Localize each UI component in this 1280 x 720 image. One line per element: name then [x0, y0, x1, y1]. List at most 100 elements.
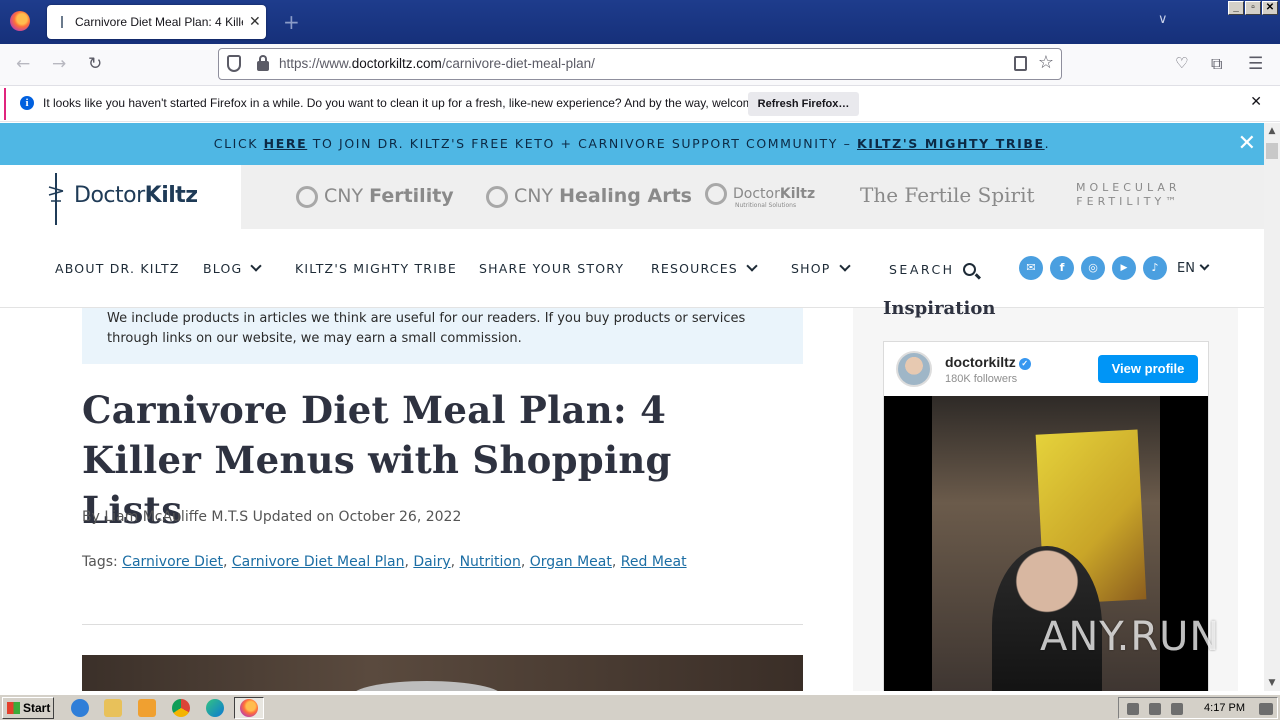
promo-close-icon[interactable]: ✕ [1238, 131, 1256, 156]
instagram-username[interactable]: doctorkiltz ✓ [945, 354, 1031, 370]
notification-close-icon[interactable]: ✕ [1250, 94, 1262, 110]
reader-view-icon[interactable] [1014, 56, 1027, 71]
instagram-followers: 180K followers [945, 373, 1018, 385]
chrome-icon[interactable] [172, 699, 190, 717]
partner-cny-healing-arts[interactable]: CNY Healing Arts [486, 185, 692, 208]
nav-blog[interactable]: BLOG [203, 260, 263, 276]
nav-share-story[interactable]: SHARE YOUR STORY [479, 261, 624, 276]
forward-arrow-icon[interactable]: → [52, 54, 66, 74]
start-button[interactable]: Start [2, 697, 54, 719]
system-tray: 4:17 PM [1118, 697, 1278, 719]
firefox-icon [240, 699, 258, 717]
article-byline: By Liam McAuliffe M.T.S Updated on Octob… [82, 509, 462, 525]
media-player-icon[interactable] [138, 699, 156, 717]
cny-circle-icon [486, 185, 508, 208]
close-window-button[interactable]: ✕ [1262, 1, 1278, 15]
tag-link[interactable]: Carnivore Diet Meal Plan [232, 554, 405, 570]
maximize-button[interactable]: ▫ [1245, 1, 1261, 15]
avatar[interactable] [896, 351, 932, 387]
browser-tab-bar: Carnivore Diet Meal Plan: 4 Killer M ✕ +… [0, 0, 1280, 44]
scroll-thumb[interactable] [1266, 143, 1278, 159]
tag-link[interactable]: Dairy [413, 554, 450, 570]
search-icon [962, 263, 976, 276]
article-hero-image [82, 655, 803, 691]
back-arrow-icon[interactable]: ← [16, 54, 30, 74]
nav-resources[interactable]: RESOURCES [651, 260, 758, 276]
tracking-shield-icon[interactable] [227, 55, 241, 72]
network-icon[interactable] [1149, 703, 1161, 715]
nav-mighty-tribe[interactable]: KILTZ'S MIGHTY TRIBE [295, 261, 457, 276]
language-selector[interactable]: EN [1177, 260, 1210, 276]
firefox-taskbar-button[interactable] [234, 697, 264, 719]
nav-search[interactable]: SEARCH [889, 261, 976, 277]
tab-favicon-icon [61, 16, 67, 28]
internet-explorer-icon[interactable] [71, 699, 89, 717]
partner-doctorkiltz-nutrition[interactable]: DoctorKiltz Nutritional Solutions [705, 183, 815, 209]
disclosure-text: We include products in articles we think… [107, 311, 746, 346]
facebook-icon[interactable]: f [1050, 256, 1074, 280]
doctorkiltz-mark-icon [48, 173, 64, 225]
web-page: CLICK HERE TO JOIN DR. KILTZ'S FREE KETO… [0, 123, 1264, 691]
new-tab-icon[interactable]: + [283, 10, 300, 34]
firefox-logo-icon[interactable] [10, 11, 30, 31]
brand-row: DoctorKiltz CNY Fertility CNY Healing Ar… [0, 165, 1264, 229]
minimize-button[interactable]: _ [1228, 1, 1244, 15]
extensions-icon[interactable]: ⧉ [1211, 54, 1222, 74]
show-desktop-icon[interactable] [1259, 703, 1273, 715]
refresh-firefox-button[interactable]: Refresh Firefox… [748, 92, 859, 116]
tag-link[interactable]: Carnivore Diet [122, 554, 223, 570]
chevron-down-icon [250, 260, 263, 272]
volume-icon[interactable] [1127, 703, 1139, 715]
promo-here-link[interactable]: HERE [264, 136, 308, 151]
tab-close-icon[interactable]: ✕ [249, 14, 261, 30]
address-bar[interactable]: https://www.doctorkiltz.com/carnivore-di… [218, 48, 1062, 80]
anyrun-watermark: ANY.RUN [1040, 614, 1221, 660]
email-icon[interactable]: ✉ [1019, 256, 1043, 280]
partner-cny-fertility[interactable]: CNY Fertility [296, 185, 454, 208]
reload-icon[interactable]: ↻ [88, 54, 102, 74]
article-tags: Tags: Carnivore Diet, Carnivore Diet Mea… [82, 554, 687, 570]
bookmark-star-icon[interactable]: ☆ [1038, 52, 1054, 73]
partner-molecular-fertility[interactable]: MOLECULAR FERTILITY™ [1076, 181, 1181, 209]
scroll-down-arrow-icon[interactable]: ▼ [1264, 675, 1280, 691]
partner-fertile-spirit[interactable]: The Fertile Spirit [860, 183, 1035, 207]
lock-icon[interactable] [257, 55, 269, 71]
edge-icon[interactable] [206, 699, 224, 717]
promo-text: CLICK HERE TO JOIN DR. KILTZ'S FREE KETO… [213, 136, 1051, 151]
notification-accent [4, 88, 6, 120]
main-navigation: ABOUT DR. KILTZ BLOG KILTZ'S MIGHTY TRIB… [0, 229, 1264, 308]
youtube-icon[interactable]: ▶ [1112, 256, 1136, 280]
tiktok-icon[interactable]: ♪ [1143, 256, 1167, 280]
cny-circle-icon [296, 185, 318, 208]
nutrition-circle-icon [705, 183, 727, 205]
tab-list-chevron-icon[interactable]: ∨ [1158, 12, 1168, 27]
tag-link[interactable]: Nutrition [460, 554, 521, 570]
promo-tribe-link[interactable]: KILTZ'S MIGHTY TRIBE [857, 136, 1045, 151]
url-text[interactable]: https://www.doctorkiltz.com/carnivore-di… [279, 56, 595, 71]
firefox-notification-bar: i It looks like you haven't started Fire… [0, 86, 1280, 122]
tag-link[interactable]: Red Meat [621, 554, 687, 570]
nav-about[interactable]: ABOUT DR. KILTZ [55, 261, 180, 276]
file-explorer-icon[interactable] [104, 699, 122, 717]
scroll-up-arrow-icon[interactable]: ▲ [1264, 123, 1280, 139]
clock: 4:17 PM [1204, 702, 1245, 714]
view-profile-button[interactable]: View profile [1098, 355, 1198, 383]
chevron-down-icon [746, 260, 758, 272]
instagram-icon[interactable]: ◎ [1081, 256, 1105, 280]
sidebar-heading: Inspiration [883, 298, 996, 319]
page-scrollbar[interactable]: ▲ ▼ [1264, 123, 1280, 691]
nav-shop[interactable]: SHOP [791, 260, 851, 276]
browser-tab-active[interactable]: Carnivore Diet Meal Plan: 4 Killer M ✕ [47, 5, 266, 39]
flag-icon[interactable] [1171, 703, 1183, 715]
tag-link[interactable]: Organ Meat [530, 554, 612, 570]
chevron-down-icon [1199, 260, 1210, 271]
pocket-icon[interactable]: ♡ [1175, 54, 1188, 72]
menu-hamburger-icon[interactable]: ☰ [1248, 54, 1263, 74]
doctorkiltz-logo-area[interactable]: DoctorKiltz [0, 165, 240, 229]
verified-badge-icon: ✓ [1018, 358, 1031, 370]
window-controls: _ ▫ ✕ [1228, 1, 1278, 15]
tab-title: Carnivore Diet Meal Plan: 4 Killer M [75, 15, 243, 29]
affiliate-disclosure: We include products in articles we think… [82, 308, 803, 364]
promo-banner: CLICK HERE TO JOIN DR. KILTZ'S FREE KETO… [0, 123, 1264, 165]
hero-plate-shape [352, 681, 502, 691]
